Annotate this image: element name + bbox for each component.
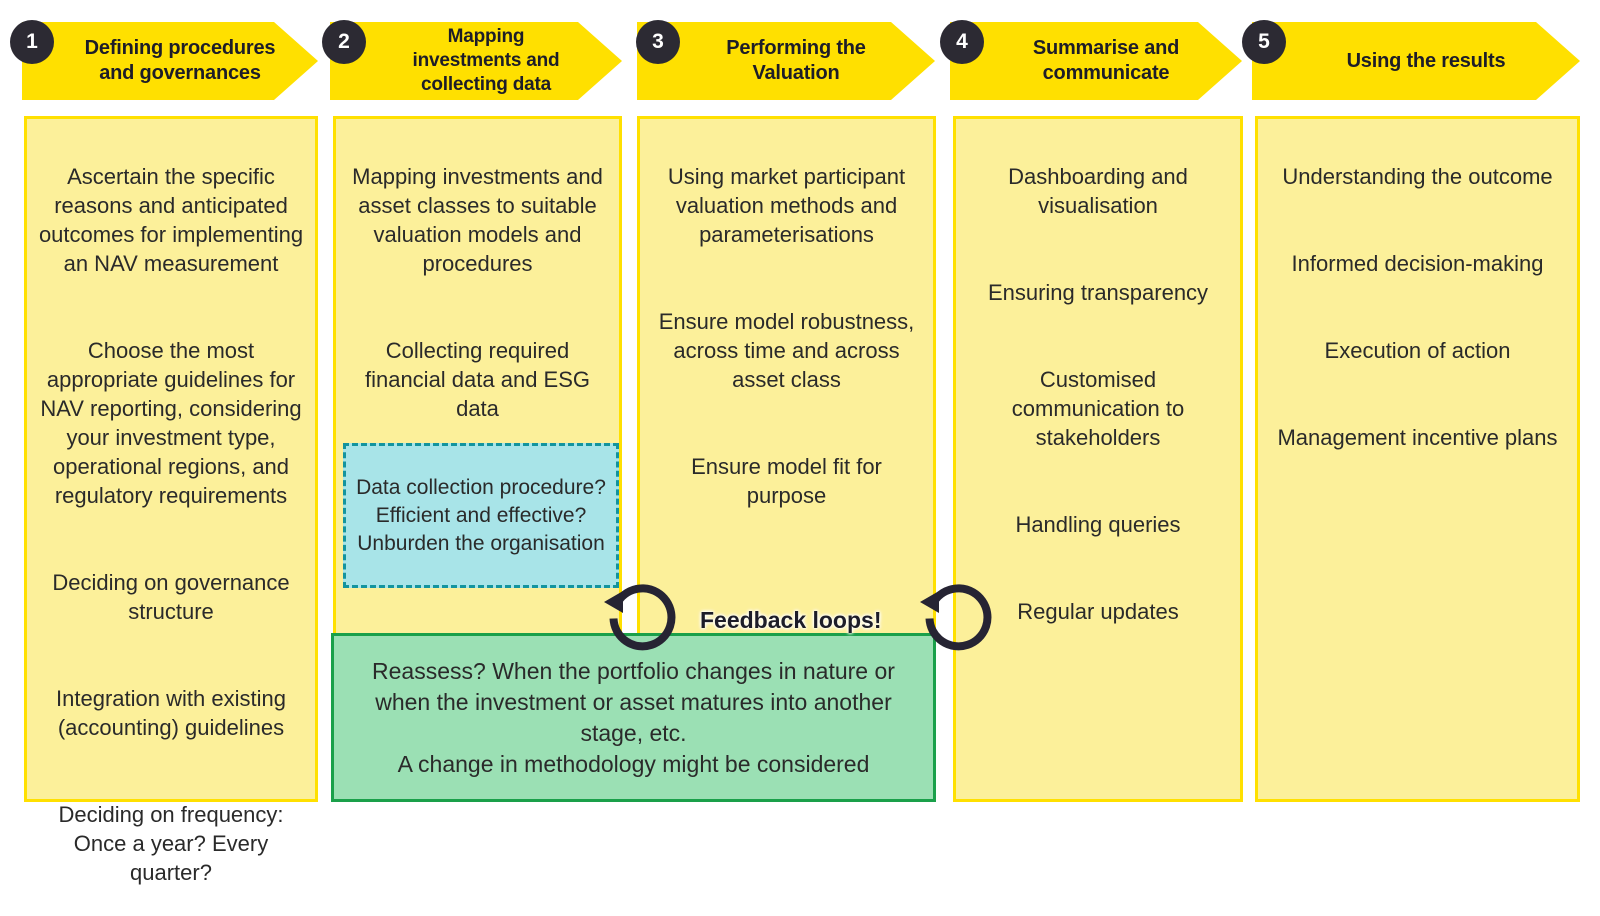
step-badge-3: 3 [636,20,680,64]
feedback-loop-icon-left [604,584,676,651]
step-items-1: Ascertain the specific reasons and antic… [37,133,305,916]
data-collection-callout: Data collection procedure? Efficient and… [343,443,619,588]
list-item: Handling queries [1015,512,1181,537]
list-item: Ensuring transparency [987,280,1209,305]
step-body-4: Dashboarding and visualisation Ensuring … [953,116,1243,802]
list-item: Ensure model robustness, across time and… [658,309,915,392]
step-header-label-1: Defining procedures and governances [84,37,276,84]
list-item: Integration with existing (accounting) g… [56,686,286,740]
list-item: Understanding the outcome [1282,164,1553,189]
feedback-loop-icon-right [920,584,992,651]
list-item: Regular updates [1017,599,1179,624]
list-item: Mapping investments and asset classes to… [352,164,603,276]
reassess-callout-text: Reassess? When the portfolio changes in … [372,657,895,777]
list-item: Deciding on governance structure [52,570,290,624]
step-badge-4: 4 [940,20,984,64]
list-item: Deciding on frequency: Once a year? Ever… [58,802,284,885]
step-items-3: Using market participant valuation metho… [650,133,923,539]
step-body-1: Ascertain the specific reasons and antic… [24,116,318,885]
step-number-2: 2 [338,30,350,53]
list-item: Dashboarding and visualisation [1008,164,1188,218]
step-body-3: Using market participant valuation metho… [637,116,936,637]
step-items-4: Dashboarding and visualisation Ensuring … [966,133,1230,655]
step-number-3: 3 [652,30,664,53]
list-item: Management incentive plans [1277,425,1558,450]
step-header-5: Using the results [1252,22,1580,100]
list-item: Customised communication to stakeholders [1011,367,1185,450]
feedback-loops-label: Feedback loops! [700,607,882,633]
step-header-label-4: Summarise and communicate [1032,37,1180,84]
list-item: Using market participant valuation metho… [667,164,906,247]
step-header-3: Performing the Valuation [637,22,935,100]
step-body-5: Understanding the outcome Informed decis… [1255,116,1580,802]
step-header-label-3: Performing the Valuation [726,37,866,84]
step-header-2: Mapping investments and collecting data [330,22,622,100]
step-number-4: 4 [956,30,968,53]
step-badge-1: 1 [10,20,54,64]
step-header-1: Defining procedures and governances [22,22,318,100]
list-item: Informed decision-making [1291,251,1544,276]
step-header-label-5: Using the results [1346,49,1506,72]
list-item: Ensure model fit for purpose [691,454,882,508]
list-item: Collecting required financial data and E… [364,338,591,421]
step-badge-2: 2 [322,20,366,64]
step-items-5: Understanding the outcome Informed decis… [1268,133,1567,481]
step-number-5: 5 [1258,30,1270,53]
process-diagram: Defining procedures and governances 1 As… [0,0,1600,885]
data-collection-callout-text: Data collection procedure? Efficient and… [356,475,606,555]
list-item: Ascertain the specific reasons and antic… [38,164,304,276]
step-header-4: Summarise and communicate [950,22,1242,100]
step-header-label-2: Mapping investments and collecting data [412,26,560,95]
list-item: Choose the most appropriate guidelines f… [40,338,302,508]
step-number-1: 1 [26,30,38,53]
list-item: Execution of action [1324,338,1511,363]
step-badge-5: 5 [1242,20,1286,64]
